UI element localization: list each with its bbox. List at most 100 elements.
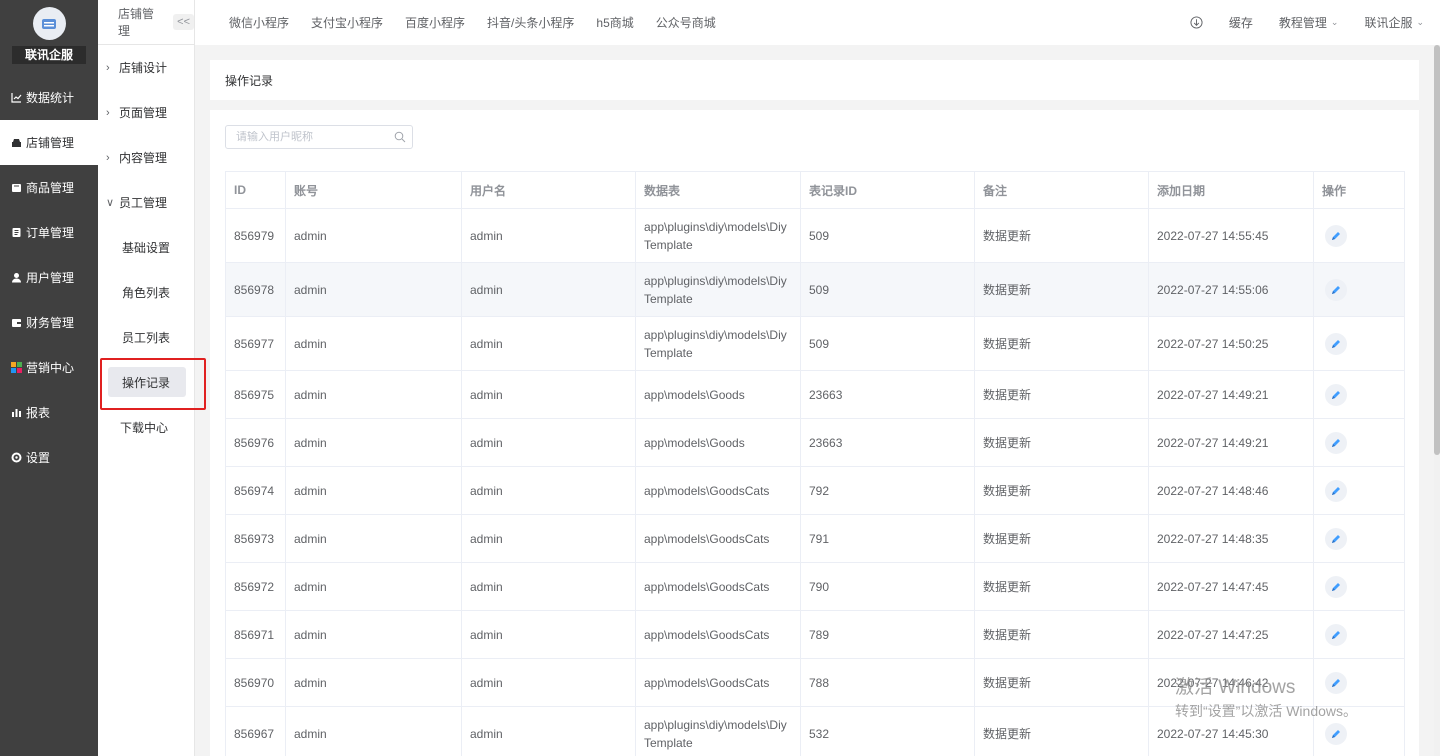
column-header[interactable]: 用户名 <box>461 171 636 209</box>
brand-name: 联讯企服 <box>12 46 86 64</box>
search-input[interactable] <box>236 131 386 143</box>
edit-icon[interactable] <box>1325 722 1347 745</box>
table-cell: 数据更新 <box>974 316 1149 371</box>
edit-icon[interactable] <box>1325 575 1347 598</box>
edit-icon[interactable] <box>1325 671 1347 694</box>
sidebar-item-2[interactable]: 商品管理 <box>0 165 98 210</box>
sidebar-item-label: 商品管理 <box>26 181 75 195</box>
edit-icon[interactable] <box>1325 383 1347 406</box>
order-icon <box>10 227 22 239</box>
subnav-group-1[interactable]: › 页面管理 <box>98 90 194 135</box>
table-cell: 2022-07-27 14:48:35 <box>1148 514 1314 563</box>
sidebar-item-1[interactable]: 店铺管理 <box>0 120 98 165</box>
table-cell: admin <box>461 658 636 707</box>
table-cell: 532 <box>800 706 975 756</box>
subnav-group-3[interactable]: ∨ 员工管理 <box>98 180 194 225</box>
column-header[interactable]: 备注 <box>974 171 1149 209</box>
column-header[interactable]: 添加日期 <box>1148 171 1314 209</box>
table-row: 856978 admin admin app\plugins\diy\models\D… <box>225 262 1405 317</box>
edit-icon[interactable] <box>1325 623 1347 646</box>
chevron-down-icon: ⌄ <box>1330 17 1339 27</box>
table-cell: 509 <box>800 262 975 317</box>
sidebar-item-label: 营销中心 <box>26 361 75 375</box>
sidebar-item-6[interactable]: 营销中心 <box>0 345 98 390</box>
subnav-child-0[interactable]: 基础设置 <box>98 225 194 270</box>
logo-icon <box>32 7 66 40</box>
subnav-group-label: 员工管理 <box>119 196 168 210</box>
subnav-child-1[interactable]: 角色列表 <box>98 270 194 315</box>
marketing-icon <box>10 362 22 374</box>
table-cell: 856979 <box>225 208 286 263</box>
table-cell: 数据更新 <box>974 562 1149 611</box>
top-tab-4[interactable]: h5商城 <box>596 14 633 31</box>
store-icon <box>10 137 22 149</box>
table-cell: app\plugins\diy\models\DiyTemplate <box>635 706 801 756</box>
table-cell: admin <box>285 208 462 263</box>
edit-icon[interactable] <box>1325 479 1347 502</box>
edit-icon[interactable] <box>1325 527 1347 550</box>
table-cell: admin <box>285 658 462 707</box>
table-cell: 数据更新 <box>974 658 1149 707</box>
top-tab-5[interactable]: 公众号商城 <box>656 14 716 31</box>
table-cell-actions <box>1313 418 1405 467</box>
account-menu[interactable]: 联讯企服 ⌄ <box>1364 14 1424 31</box>
table-cell: 856971 <box>225 610 286 659</box>
top-tab-2[interactable]: 百度小程序 <box>405 14 465 31</box>
table-cell: admin <box>285 706 462 756</box>
top-tab-3[interactable]: 抖音/头条小程序 <box>487 14 574 31</box>
edit-icon[interactable] <box>1325 431 1347 454</box>
table-cell: 792 <box>800 466 975 515</box>
table-cell: admin <box>461 706 636 756</box>
sidebar-item-8[interactable]: 设置 <box>0 435 98 480</box>
table-row: 856971 admin admin app\models\GoodsCats 789 数… <box>225 610 1405 659</box>
table-cell: 509 <box>800 208 975 263</box>
column-header[interactable]: 操作 <box>1313 171 1405 209</box>
table-cell: 2022-07-27 14:47:25 <box>1148 610 1314 659</box>
sidebar-item-label: 店铺管理 <box>26 136 75 150</box>
table-cell: 2022-07-27 14:47:45 <box>1148 562 1314 611</box>
top-tab-1[interactable]: 支付宝小程序 <box>311 14 383 31</box>
subnav-group-2[interactable]: › 内容管理 <box>98 135 194 180</box>
breadcrumb: 操作记录 <box>210 60 1419 100</box>
sidebar-item-5[interactable]: 财务管理 <box>0 300 98 345</box>
column-header[interactable]: 表记录ID <box>800 171 975 209</box>
edit-icon[interactable] <box>1325 224 1347 247</box>
table-cell: 856974 <box>225 466 286 515</box>
table-cell: 856967 <box>225 706 286 756</box>
top-bar: 微信小程序 支付宝小程序 百度小程序 抖音/头条小程序 h5商城 公众号商城 缓存 教程管… <box>195 0 1440 45</box>
subnav-group-label: 店铺设计 <box>119 61 168 75</box>
download-icon[interactable] <box>1190 16 1203 29</box>
tutorial-menu[interactable]: 教程管理 ⌄ <box>1279 14 1339 31</box>
page-title: 操作记录 <box>225 73 274 88</box>
cache-link[interactable]: 缓存 <box>1229 14 1253 31</box>
subnav-group-0[interactable]: › 店铺设计 <box>98 45 194 90</box>
column-header[interactable]: 账号 <box>285 171 462 209</box>
search-box <box>225 125 413 149</box>
subnav-group-label: 内容管理 <box>119 151 168 165</box>
sidebar-item-0[interactable]: 数据统计 <box>0 75 98 120</box>
table-cell: 2022-07-27 14:49:21 <box>1148 370 1314 419</box>
subnav-child-2[interactable]: 员工列表 <box>98 315 194 360</box>
table-cell: 789 <box>800 610 975 659</box>
table-cell: 856973 <box>225 514 286 563</box>
sidebar-item-7[interactable]: 报表 <box>0 390 98 435</box>
scrollbar-thumb[interactable] <box>1434 45 1440 455</box>
sidebar-item-3[interactable]: 订单管理 <box>0 210 98 255</box>
subnav-download-center[interactable]: 下载中心 <box>98 405 194 450</box>
table-row: 856967 admin admin app\plugins\diy\models\D… <box>225 706 1405 756</box>
collapse-button[interactable]: << <box>173 14 194 30</box>
main-sidebar: 联讯企服 数据统计店铺管理商品管理订单管理用户管理财务管理营销中心报表 设置 <box>0 0 98 756</box>
subnav-child-3[interactable]: 操作记录 <box>108 367 186 397</box>
table-cell: app\plugins\diy\models\DiyTemplate <box>635 316 801 371</box>
sidebar-item-4[interactable]: 用户管理 <box>0 255 98 300</box>
edit-icon[interactable] <box>1325 332 1347 355</box>
sidebar-item-label: 用户管理 <box>26 271 75 285</box>
table-cell-actions <box>1313 262 1405 317</box>
column-header[interactable]: ID <box>225 171 286 209</box>
column-header[interactable]: 数据表 <box>635 171 801 209</box>
edit-icon[interactable] <box>1325 278 1347 301</box>
table-cell: admin <box>285 262 462 317</box>
top-tab-0[interactable]: 微信小程序 <box>229 14 289 31</box>
search-icon[interactable] <box>394 131 406 146</box>
table-cell: admin <box>285 418 462 467</box>
